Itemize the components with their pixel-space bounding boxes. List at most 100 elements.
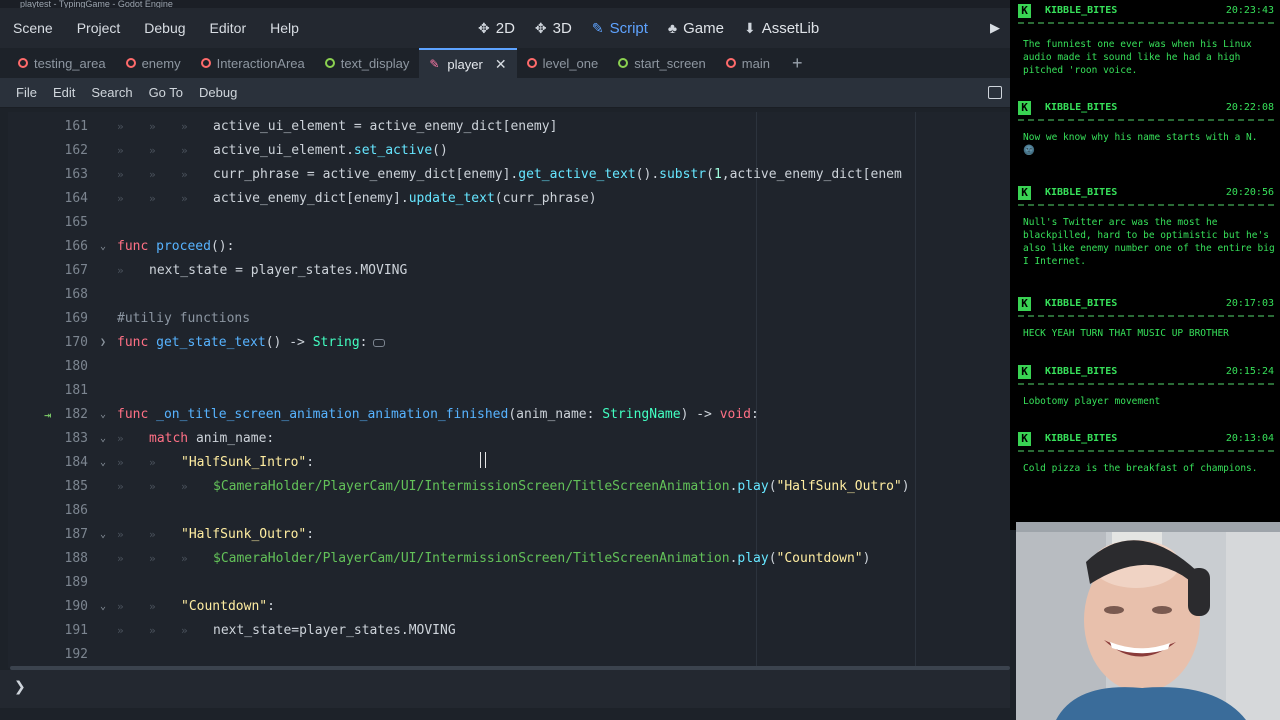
indent-marker: » <box>181 192 188 205</box>
chat-timestamp: 20:22:08 <box>1225 102 1274 113</box>
fold-expanded-icon[interactable]: ⌄ <box>100 427 106 451</box>
fold-expanded-icon[interactable]: ⌄ <box>100 235 106 259</box>
line-number: 192 <box>64 647 88 662</box>
code-line[interactable]: 165 <box>8 211 1010 235</box>
indent-marker: » <box>117 432 124 445</box>
code-line[interactable]: 163 » » » curr_phrase = active_enemy_dict[en… <box>8 163 1010 187</box>
code-text: $CameraHolder/PlayerCam/UI/IntermissionS… <box>213 551 871 566</box>
code-line[interactable]: 182 ⇥ ⌄ func _on_title_screen_animation_ani… <box>8 403 1010 427</box>
chat-timestamp: 20:23:43 <box>1225 5 1274 16</box>
workspace-script-button[interactable]: ✎ Script <box>584 16 656 41</box>
fold-expanded-icon[interactable]: ⌄ <box>100 403 106 427</box>
tab-player[interactable]: ✎ player ✕ <box>419 48 517 78</box>
indent-marker: » <box>149 624 156 637</box>
chat-divider <box>1018 204 1274 206</box>
workspace-2d-button[interactable]: ✥ 2D <box>470 16 523 41</box>
script-menu-debug[interactable]: Debug <box>191 85 245 100</box>
chat-username: KIBBLE_BITES <box>1045 366 1118 377</box>
indent-marker: » <box>149 528 156 541</box>
menu-project[interactable]: Project <box>65 20 133 36</box>
menu-help[interactable]: Help <box>258 20 311 36</box>
tab-label: player <box>447 56 483 72</box>
code-line[interactable]: 170 ❯ func get_state_text() -> String: <box>8 331 1010 355</box>
code-line[interactable]: 162 » » » active_ui_element.set_active() <box>8 139 1010 163</box>
tab-interactionarea[interactable]: InteractionArea <box>191 48 315 78</box>
tab-testing-area[interactable]: testing_area <box>0 48 116 78</box>
code-text: "HalfSunk_Outro": <box>181 527 315 542</box>
script-menu-file[interactable]: File <box>0 85 45 100</box>
signal-connection-icon[interactable]: ⇥ <box>44 403 51 427</box>
tab-label: testing_area <box>34 55 106 71</box>
workspace-label: Game <box>683 19 724 37</box>
menu-debug[interactable]: Debug <box>132 20 197 36</box>
kick-badge-icon: K <box>1018 186 1031 200</box>
code-line[interactable]: 188 » » » $CameraHolder/PlayerCam/UI/Intermi… <box>8 547 1010 571</box>
script-menu-search[interactable]: Search <box>83 85 140 100</box>
workspace-assetlib-button[interactable]: ⬇ AssetLib <box>736 16 827 41</box>
chat-divider <box>1018 119 1274 121</box>
fold-expanded-icon[interactable]: ⌄ <box>100 523 106 547</box>
tab-main[interactable]: main <box>716 48 780 78</box>
indent-marker: » <box>117 480 124 493</box>
workspace-label: Script <box>609 19 648 37</box>
indent-marker: » <box>117 192 124 205</box>
code-line[interactable]: 166 ⌄ func proceed(): <box>8 235 1010 259</box>
code-line[interactable]: 184 ⌄ » » "HalfSunk_Intro": <box>8 451 1010 475</box>
fold-expanded-icon[interactable]: ⌄ <box>100 451 106 475</box>
code-line[interactable]: 187 ⌄ » » "HalfSunk_Outro": <box>8 523 1010 547</box>
tab-level-one[interactable]: level_one <box>517 48 609 78</box>
code-line[interactable]: 192 <box>8 643 1010 667</box>
expand-panel-icon[interactable]: ❯ <box>14 678 26 695</box>
indent-marker: » <box>117 552 124 565</box>
menu-scene[interactable]: Scene <box>0 20 65 36</box>
editor-menu-bar: Scene Project Debug Editor Help ✥ 2D ✥ 3D … <box>0 8 1010 48</box>
close-tab-icon[interactable]: ✕ <box>495 56 507 73</box>
code-line[interactable]: 183 ⌄ » match anim_name: <box>8 427 1010 451</box>
indent-marker: » <box>181 120 188 133</box>
script-menu-edit[interactable]: Edit <box>45 85 83 100</box>
code-line[interactable]: 181 <box>8 379 1010 403</box>
scene-node-icon <box>526 58 537 68</box>
line-number: 168 <box>64 287 88 302</box>
fold-expanded-icon[interactable]: ⌄ <box>100 595 106 619</box>
chat-message-header: K KIBBLE_BITES 20:13:04 <box>1016 432 1274 446</box>
code-editor[interactable]: 161 » » » active_ui_element = active_enemy_d… <box>8 112 1010 668</box>
code-text: curr_phrase = active_enemy_dict[enemy].g… <box>213 167 902 182</box>
tab-text-display[interactable]: text_display <box>315 48 420 78</box>
indent-marker: » <box>149 144 156 157</box>
tab-start-screen[interactable]: start_screen <box>608 48 716 78</box>
undock-icon[interactable] <box>988 86 1002 99</box>
code-text: next_state = player_states.MOVING <box>149 263 408 278</box>
chat-message: K KIBBLE_BITES 20:13:04 Cold pizza is the b… <box>1010 432 1280 512</box>
indent-marker: » <box>149 192 156 205</box>
workspace-3d-button[interactable]: ✥ 3D <box>527 16 580 41</box>
chat-timestamp: 20:13:04 <box>1225 433 1274 444</box>
code-line[interactable]: 191 » » » next_state=player_states.MOVING <box>8 619 1010 643</box>
line-number: 189 <box>64 575 88 590</box>
chat-text: The funniest one ever was when his Linux… <box>1023 39 1252 76</box>
kick-badge-icon: K <box>1018 297 1031 311</box>
code-line[interactable]: 186 <box>8 499 1010 523</box>
folded-code-icon[interactable] <box>373 338 386 347</box>
code-line[interactable]: 164 » » » active_enemy_dict[enemy].update_te… <box>8 187 1010 211</box>
code-line[interactable]: 169 #utiliy functions <box>8 307 1010 331</box>
line-number: 170 <box>64 335 88 350</box>
code-line[interactable]: 185 » » » $CameraHolder/PlayerCam/UI/Intermi… <box>8 475 1010 499</box>
workspace-game-button[interactable]: ♣ Game <box>660 16 732 41</box>
code-line[interactable]: 167 » next_state = player_states.MOVING <box>8 259 1010 283</box>
code-line[interactable]: 190 ⌄ » » "Countdown": <box>8 595 1010 619</box>
line-number: 183 <box>64 431 88 446</box>
play-icon[interactable]: ▶ <box>990 20 1000 36</box>
tab-enemy[interactable]: enemy <box>116 48 191 78</box>
bottom-panel: ❯ <box>0 670 1010 720</box>
menu-editor[interactable]: Editor <box>198 20 259 36</box>
code-line[interactable]: 168 <box>8 283 1010 307</box>
indent-marker: » <box>149 168 156 181</box>
add-tab-icon[interactable]: + <box>780 48 803 78</box>
code-line[interactable]: 161 » » » active_ui_element = active_enemy_d… <box>8 115 1010 139</box>
code-line[interactable]: 189 <box>8 571 1010 595</box>
indent-marker: » <box>117 528 124 541</box>
script-menu-goto[interactable]: Go To <box>141 85 191 100</box>
fold-collapsed-icon[interactable]: ❯ <box>100 331 106 355</box>
code-line[interactable]: 180 <box>8 355 1010 379</box>
